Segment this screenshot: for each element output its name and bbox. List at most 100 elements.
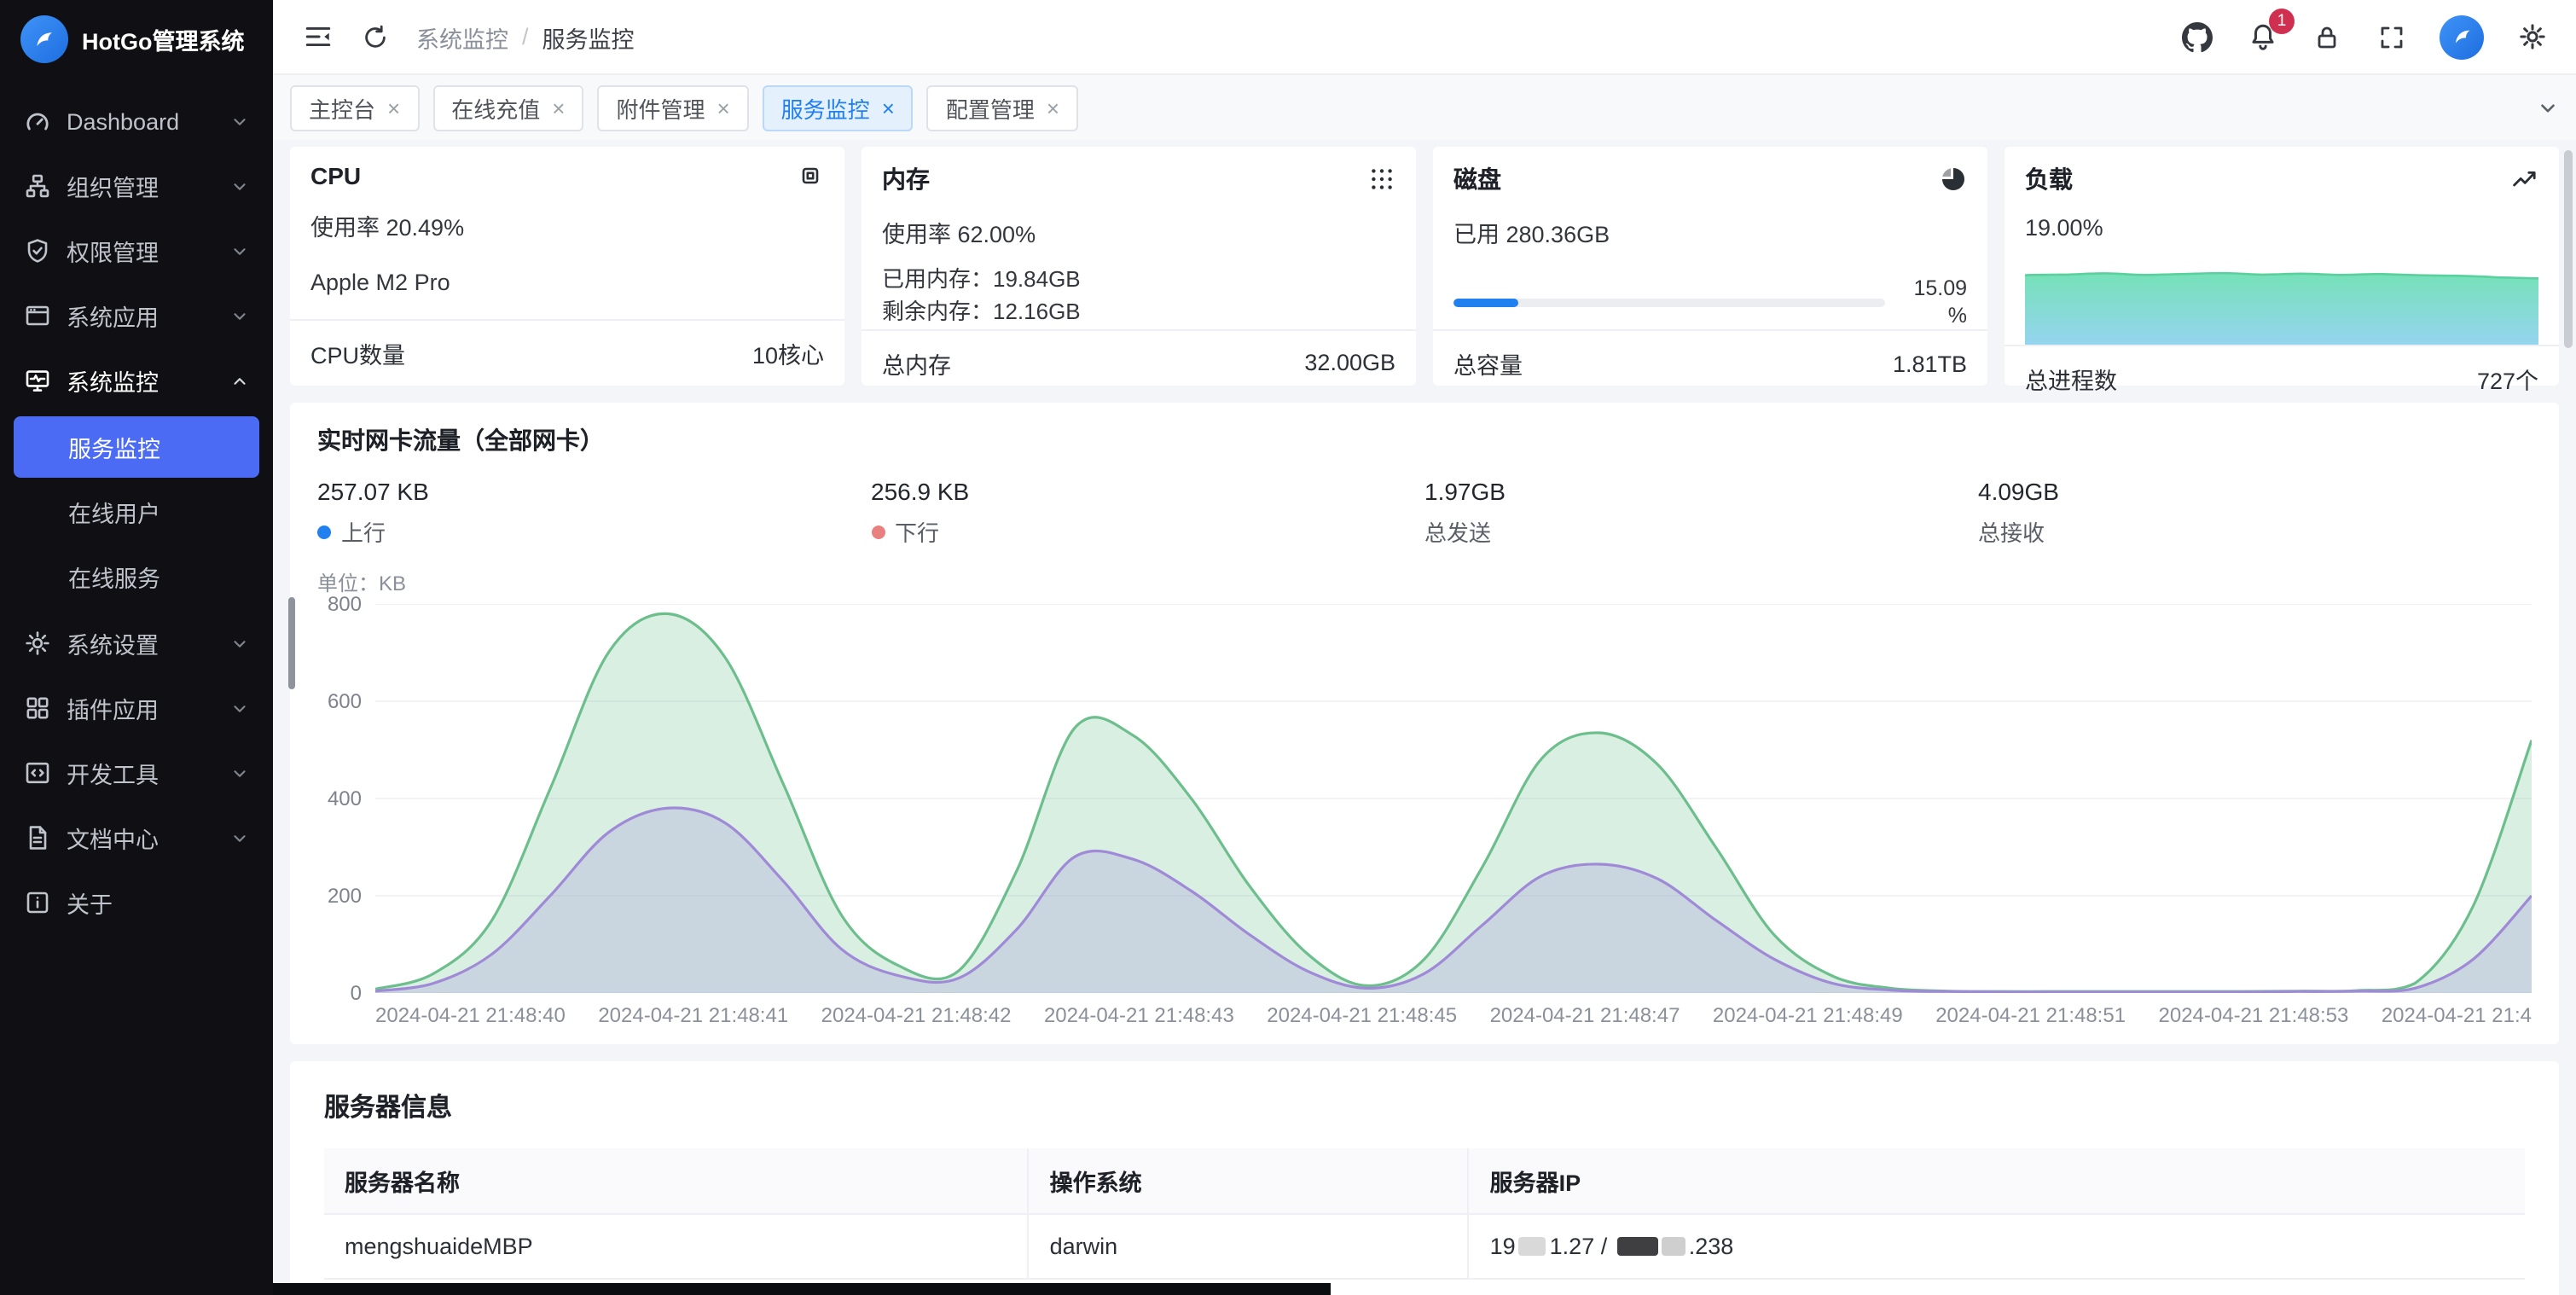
sidebar-item-label: 组织管理 [67, 169, 159, 203]
server-ip-cell: 191.27 / .238 [1469, 1214, 2525, 1279]
refresh-icon[interactable] [358, 20, 392, 54]
tab-close-icon[interactable]: × [387, 96, 400, 119]
chevron-down-icon [230, 306, 249, 325]
y-tick-label: 800 [328, 592, 362, 616]
monitor-icon [24, 367, 51, 394]
memory-usage: 使用率 62.00% [882, 215, 1395, 249]
notifications-bell-icon[interactable]: 1 [2245, 20, 2279, 54]
document-icon [24, 824, 51, 851]
sidebar-subitem-online-users[interactable]: 在线用户 [14, 481, 259, 543]
load-footer-value: 727个 [2477, 362, 2538, 396]
stat-value: 257.07 KB [317, 478, 871, 505]
memory-card: 内存 使用率 62.00% 已用内存：19.84GB 剩余内存：12.16GB … [862, 147, 1416, 386]
sidebar-item-plugins[interactable]: 插件应用 [0, 676, 273, 740]
disk-footer-value: 1.81TB [1893, 351, 1967, 377]
info-icon [24, 889, 51, 916]
lock-screen-icon[interactable] [2310, 20, 2344, 54]
vertical-scrollbar-thumb[interactable] [2564, 150, 2573, 348]
breadcrumb: 系统监控 / 服务监控 [416, 20, 635, 54]
traffic-stat-total-received: 4.09GB 总接收 [1978, 478, 2532, 548]
sidebar-item-system-settings[interactable]: 系统设置 [0, 611, 273, 676]
x-tick-label: 2024-04-21 21:48:42 [821, 1003, 1012, 1027]
settings-gear-icon[interactable] [2515, 20, 2549, 54]
x-tick-label: 2024-04-21 21:48:51 [1935, 1003, 2126, 1027]
load-sparkline-chart [2025, 253, 2538, 345]
tab-close-icon[interactable]: × [717, 96, 729, 119]
tab-label: 附件管理 [616, 91, 705, 124]
column-header-server-name: 服务器名称 [324, 1148, 1029, 1214]
sidebar-item-label: 关于 [67, 886, 113, 920]
tab-online-recharge[interactable]: 在线充值 × [432, 84, 583, 131]
tab-console[interactable]: 主控台 × [290, 84, 419, 131]
memory-card-title: 内存 [882, 162, 930, 196]
tab-service-monitor[interactable]: 服务监控 × [763, 84, 914, 131]
traffic-chart-plot [375, 604, 2532, 993]
user-avatar[interactable] [2440, 15, 2484, 59]
cpu-model: Apple M2 Pro [310, 270, 824, 295]
downstream-legend-dot [871, 525, 885, 538]
x-tick-label: 2024-04-21 21:48:40 [375, 1003, 566, 1027]
tab-close-icon[interactable]: × [552, 96, 565, 119]
sidebar-item-label: 开发工具 [67, 756, 159, 790]
sidebar-item-label: 权限管理 [67, 234, 159, 268]
breadcrumb-item[interactable]: 系统监控 [416, 20, 508, 54]
sidebar-item-system-monitor[interactable]: 系统监控 [0, 348, 273, 413]
top-bar-actions: 1 [2180, 15, 2549, 59]
disk-progress-fill [1453, 299, 1518, 307]
disk-percent: 15.09 % [1899, 276, 1967, 330]
column-header-os: 操作系统 [1029, 1148, 1469, 1214]
stat-label: 总接收 [1978, 515, 2045, 548]
traffic-card: 实时网卡流量（全部网卡） 257.07 KB 上行 256.9 KB 下行 1.… [290, 403, 2559, 1044]
sidebar-item-about[interactable]: 关于 [0, 870, 273, 935]
traffic-stat-total-sent: 1.97GB 总发送 [1424, 478, 1978, 548]
sidebar-subitem-service-monitor[interactable]: 服务监控 [14, 416, 259, 478]
top-bar: 系统监控 / 服务监控 1 [273, 0, 2576, 75]
app-title: HotGo管理系统 [82, 22, 245, 56]
tab-config[interactable]: 配置管理 × [927, 84, 1078, 131]
traffic-chart: 单位：KB 800 600 400 200 0 [290, 548, 2559, 1027]
tab-close-icon[interactable]: × [1047, 96, 1059, 119]
fullscreen-icon[interactable] [2375, 20, 2409, 54]
sidebar-scrollbar-thumb[interactable] [288, 597, 295, 689]
stat-value: 1.97GB [1424, 478, 1978, 505]
sidebar-item-system-apps[interactable]: 系统应用 [0, 283, 273, 348]
sidebar-item-organization[interactable]: 组织管理 [0, 154, 273, 218]
github-icon[interactable] [2180, 20, 2214, 54]
traffic-card-title: 实时网卡流量（全部网卡） [290, 423, 2559, 457]
tab-attachments[interactable]: 附件管理 × [597, 84, 748, 131]
memory-footer-label: 总内存 [882, 346, 951, 380]
hotgo-admin-window: HotGo管理系统 Dashboard 组织管理 权限管理 系统应用 [0, 0, 2576, 1295]
cpu-icon [797, 162, 824, 189]
sidebar-item-docs[interactable]: 文档中心 [0, 805, 273, 870]
sidebar-subitem-online-services[interactable]: 在线服务 [14, 546, 259, 607]
page-content: CPU 使用率 20.49% Apple M2 Pro CPU数量 10核心 内… [273, 140, 2576, 1295]
sidebar-collapse-icon[interactable] [300, 20, 334, 54]
cpu-usage: 使用率 20.49% [310, 208, 824, 242]
sidebar: HotGo管理系统 Dashboard 组织管理 权限管理 系统应用 [0, 0, 273, 1295]
breadcrumb-item[interactable]: 服务监控 [542, 20, 635, 54]
notification-badge: 1 [2269, 8, 2295, 33]
tab-label: 在线充值 [451, 91, 540, 124]
tab-close-icon[interactable]: × [882, 96, 895, 119]
sidebar-item-label: 文档中心 [67, 821, 159, 855]
traffic-stats-row: 257.07 KB 上行 256.9 KB 下行 1.97GB 总发送 4.09… [290, 478, 2559, 548]
tab-options-chevron-icon[interactable] [2537, 96, 2559, 119]
logo[interactable]: HotGo管理系统 [0, 0, 273, 78]
sidebar-subitem-label: 在线服务 [68, 560, 160, 594]
disk-card-title: 磁盘 [1453, 162, 1501, 196]
chevron-down-icon [230, 828, 249, 847]
sidebar-item-dashboard[interactable]: Dashboard [0, 89, 273, 154]
load-footer-label: 总进程数 [2025, 362, 2117, 396]
disk-used: 已用 280.36GB [1453, 215, 1967, 249]
server-info-table: 服务器名称 操作系统 服务器IP mengshuaideMBP darwin 1… [324, 1148, 2525, 1280]
stat-label: 上行 [341, 515, 386, 548]
code-icon [24, 759, 51, 787]
chevron-down-icon [230, 764, 249, 782]
y-axis: 800 600 400 200 0 [317, 592, 375, 1005]
memory-free: 剩余内存：12.16GB [882, 297, 1395, 329]
sidebar-item-label: Dashboard [67, 108, 179, 134]
sidebar-item-dev-tools[interactable]: 开发工具 [0, 740, 273, 805]
trend-line-icon [2511, 166, 2538, 193]
y-tick-label: 200 [328, 884, 362, 908]
sidebar-item-permission[interactable]: 权限管理 [0, 218, 273, 283]
